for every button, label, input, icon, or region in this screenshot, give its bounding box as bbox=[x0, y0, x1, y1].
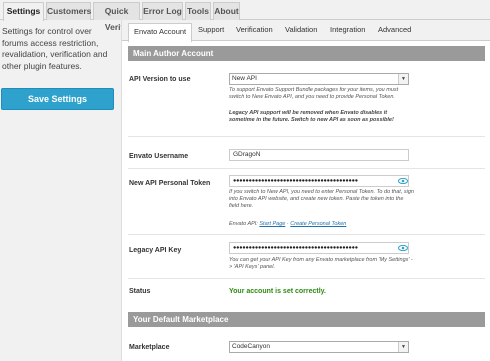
tab-verification[interactable]: Verification bbox=[236, 25, 273, 34]
marketplace-label: Marketplace bbox=[129, 344, 170, 351]
envato-username-label: Envato Username bbox=[129, 153, 189, 160]
settings-panel: Envato Account Support Verification Vali… bbox=[121, 20, 490, 361]
settings-description: Settings for control over forums access … bbox=[2, 26, 108, 71]
divider bbox=[128, 168, 485, 169]
envato-api-links: Envato API: Start Page · Create Personal… bbox=[229, 221, 414, 228]
tab-integration[interactable]: Integration bbox=[330, 25, 365, 34]
create-personal-token-link[interactable]: Create Personal Token bbox=[290, 221, 346, 227]
api-version-value: New API bbox=[232, 75, 257, 82]
default-marketplace-header: Your Default Marketplace bbox=[128, 312, 485, 327]
envato-api-links-prefix: Envato API: bbox=[229, 221, 258, 227]
save-settings-button[interactable]: Save Settings bbox=[1, 88, 114, 110]
main-author-account-header: Main Author Account bbox=[128, 46, 485, 61]
marketplace-select[interactable]: CodeCanyon ▼ bbox=[229, 341, 409, 353]
eye-icon[interactable] bbox=[398, 245, 408, 251]
account-status-text: Your account is set correctly. bbox=[229, 288, 326, 295]
tab-about[interactable]: About bbox=[213, 2, 240, 20]
chevron-down-icon: ▼ bbox=[398, 342, 408, 352]
tab-envato-account[interactable]: Envato Account bbox=[128, 23, 193, 42]
tab-error-log[interactable]: Error Log bbox=[142, 2, 183, 20]
tab-validation[interactable]: Validation bbox=[285, 25, 317, 34]
status-label: Status bbox=[129, 288, 151, 295]
marketplace-value: CodeCanyon bbox=[232, 343, 270, 350]
personal-token-input[interactable]: ●●●●●●●●●●●●●●●●●●●●●●●●●●●●●●●●●●●●●●●● bbox=[229, 175, 409, 187]
legacy-warning: Legacy API support will be removed when … bbox=[229, 110, 414, 124]
api-version-help: To support Envato Support Bundle package… bbox=[229, 87, 399, 100]
tab-customers[interactable]: Customers bbox=[46, 2, 91, 20]
personal-token-help: If you switch to New API, you need to en… bbox=[229, 189, 414, 209]
divider bbox=[128, 234, 485, 235]
divider bbox=[128, 278, 485, 279]
legacy-warning-text: Legacy API support will be removed when … bbox=[229, 110, 394, 123]
sub-tab-bar: Envato Account Support Verification Vali… bbox=[122, 20, 490, 42]
tab-tools[interactable]: Tools bbox=[185, 2, 211, 20]
api-version-label: API Version to use bbox=[129, 76, 191, 83]
tab-quick-verify[interactable]: Quick Verify bbox=[93, 2, 140, 32]
legacy-api-key-label: Legacy API Key bbox=[129, 247, 182, 254]
eye-icon[interactable] bbox=[398, 178, 408, 184]
tab-settings[interactable]: Settings bbox=[3, 2, 44, 21]
tab-advanced[interactable]: Advanced bbox=[378, 25, 411, 34]
legacy-api-key-help: You can get your API Key from any Envato… bbox=[229, 257, 413, 270]
legacy-api-key-input[interactable]: ●●●●●●●●●●●●●●●●●●●●●●●●●●●●●●●●●●●●●●●● bbox=[229, 242, 409, 254]
chevron-down-icon: ▼ bbox=[398, 74, 408, 84]
top-tab-bar: Settings Customers Quick Verify Error Lo… bbox=[0, 0, 490, 32]
api-version-select[interactable]: New API ▼ bbox=[229, 73, 409, 85]
envato-username-input[interactable]: GDragoN bbox=[229, 149, 409, 161]
divider bbox=[128, 136, 485, 137]
personal-token-label: New API Personal Token bbox=[129, 180, 211, 187]
start-page-link[interactable]: Start Page bbox=[259, 221, 285, 227]
tab-support[interactable]: Support bbox=[198, 25, 224, 34]
